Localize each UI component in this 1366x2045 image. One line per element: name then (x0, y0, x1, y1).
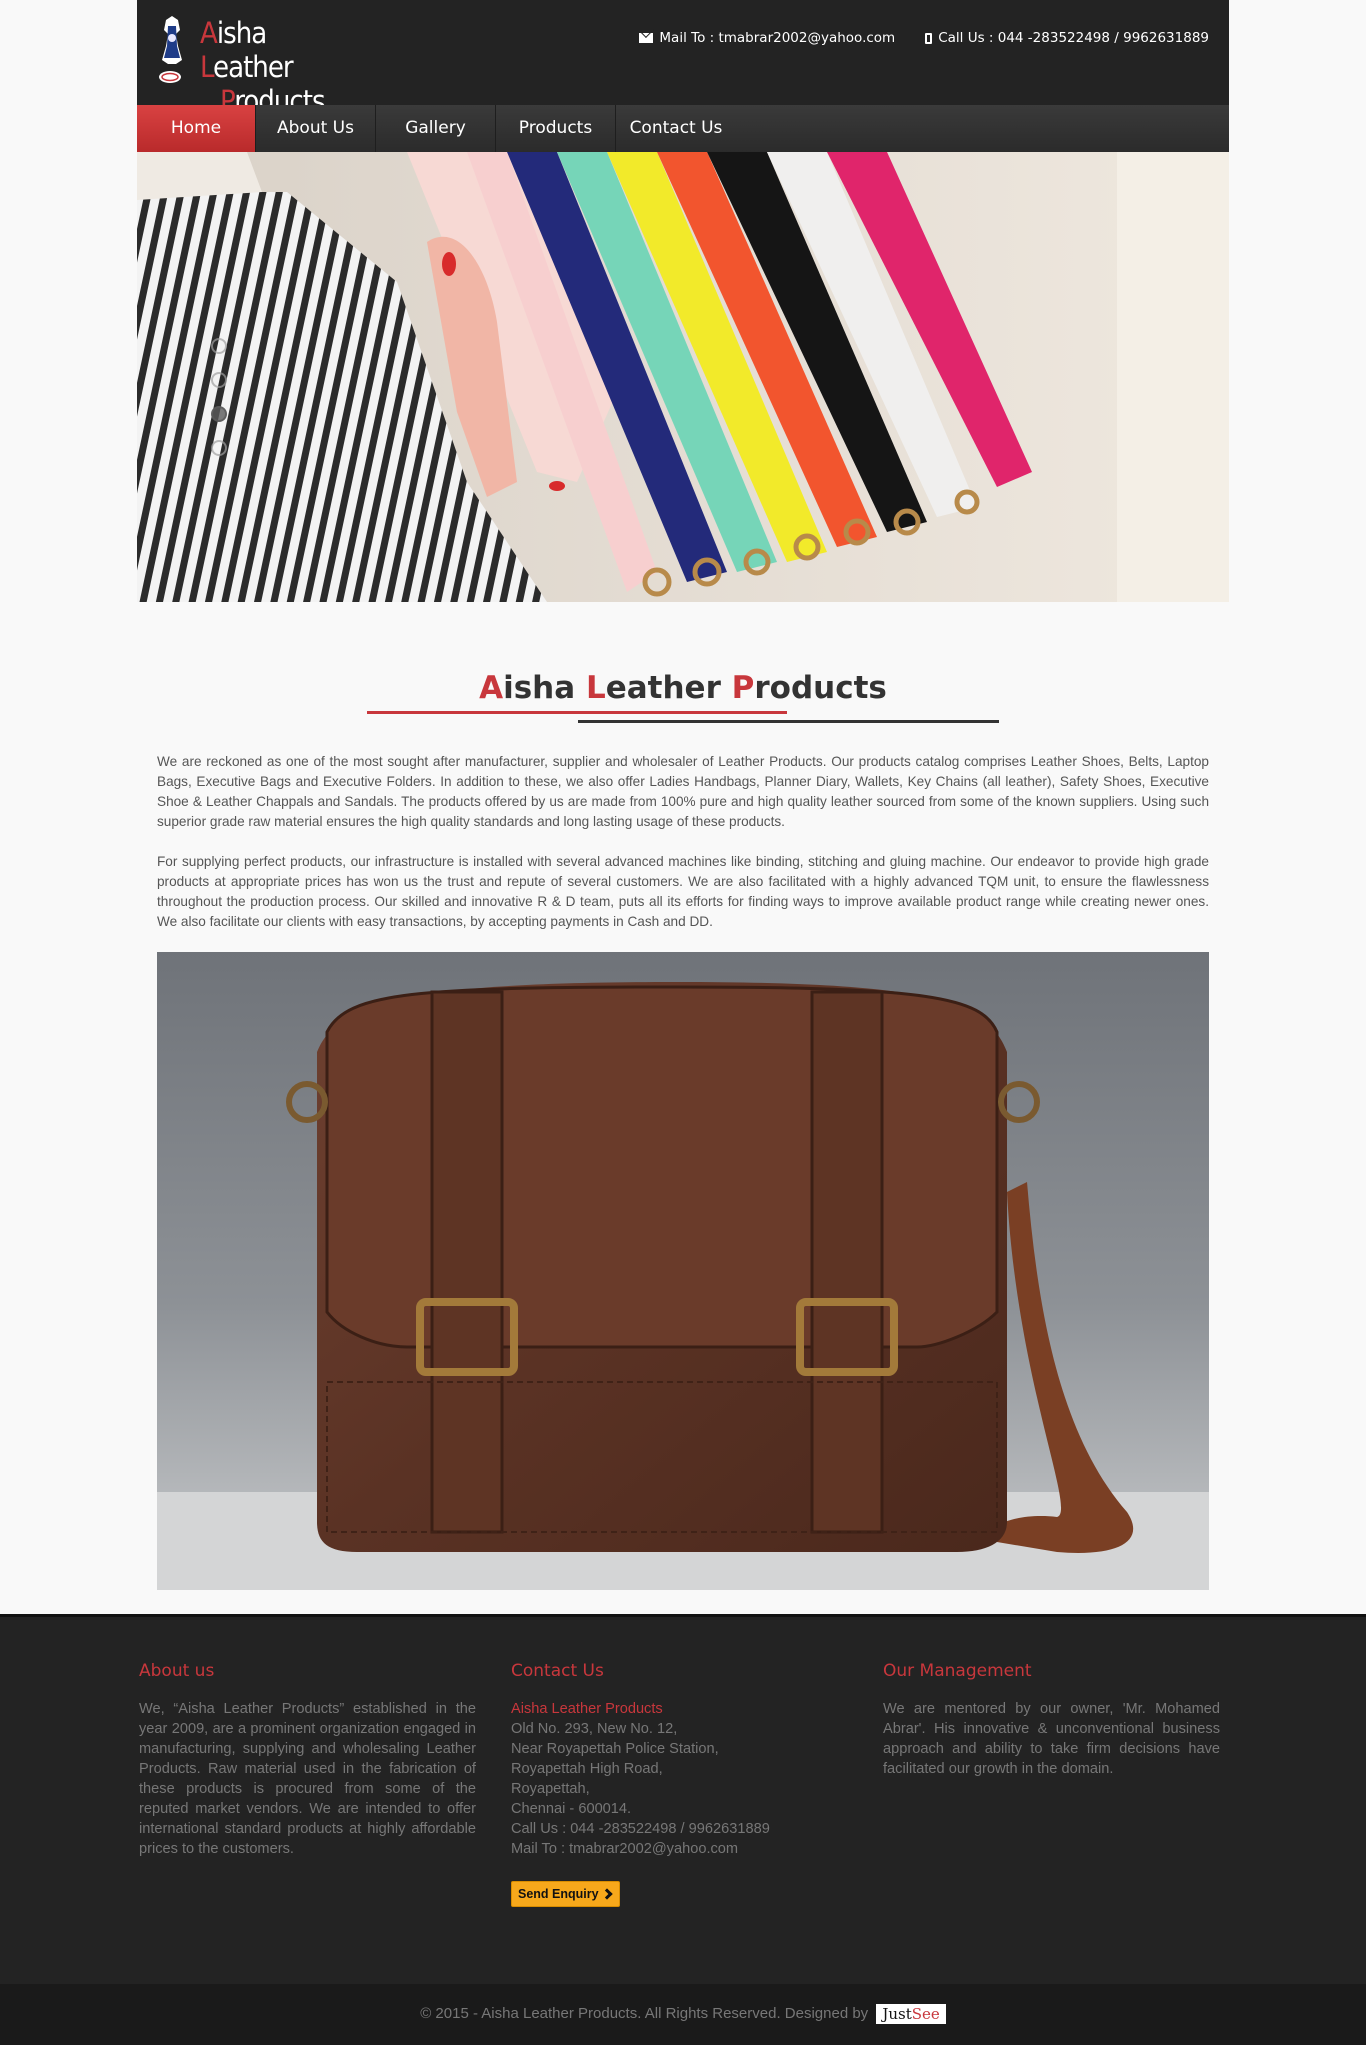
footer-contact-heading: Contact Us (511, 1661, 604, 1681)
logo-letter: A (200, 16, 218, 50)
footer-company-name: Aisha Leather Products (511, 1701, 663, 1717)
title-word: roducts (754, 670, 887, 706)
title-letter: A (479, 670, 504, 706)
designer-logo-part: Just (882, 2005, 912, 2024)
hero-slider[interactable] (137, 152, 1229, 602)
nav-about-us[interactable]: About Us (256, 105, 376, 152)
nav-contact-us[interactable]: Contact Us (616, 105, 736, 152)
slider-dot[interactable] (211, 372, 227, 388)
address-line: Royapettah High Road, (511, 1761, 663, 1777)
footer-about-text: We, “Aisha Leather Products” established… (139, 1701, 476, 1857)
copyright-bar: © 2015 - Aisha Leather Products. All Rig… (0, 1984, 1366, 2045)
footer-mail[interactable]: Mail To : tmabrar2002@yahoo.com (511, 1839, 848, 1859)
footer-about: About us We, “Aisha Leather Products” es… (139, 1661, 476, 1859)
logo-letter: L (200, 50, 214, 84)
leather-bag-image (157, 952, 1209, 1590)
designer-logo-part: See (911, 2005, 940, 2024)
logo-word: eather (213, 50, 294, 84)
header-phone-text: Call Us : 044 -283522498 / 9962631889 (938, 30, 1209, 46)
header-mail[interactable]: Mail To : tmabrar2002@yahoo.com (639, 30, 895, 46)
hero-slide-image (137, 152, 1229, 602)
site-header: Aisha Leather Products Mail To : tmabrar… (137, 0, 1229, 118)
copyright-text: © 2015 - Aisha Leather Products. All Rig… (420, 2005, 869, 2022)
messenger-bag-illustration (157, 952, 1209, 1590)
chevron-right-icon (600, 1888, 613, 1900)
logo-text: Aisha Leather Products (200, 16, 356, 118)
header-mail-text: Mail To : tmabrar2002@yahoo.com (659, 30, 896, 46)
envelope-icon (639, 33, 654, 43)
site-footer: About us We, “Aisha Leather Products” es… (0, 1614, 1366, 1984)
address-line: Near Royapettah Police Station, (511, 1741, 719, 1757)
send-enquiry-button[interactable]: Send Enquiry (511, 1881, 620, 1907)
main-nav: Home About Us Gallery Products Contact U… (137, 105, 1229, 152)
slider-dot[interactable] (211, 440, 227, 456)
slider-dot[interactable] (211, 338, 227, 354)
title-word: eather (605, 670, 732, 706)
nav-products[interactable]: Products (496, 105, 616, 152)
address-line: Old No. 293, New No. 12, (511, 1721, 678, 1737)
footer-management-heading: Our Management (883, 1661, 1032, 1681)
slider-dots (211, 338, 227, 474)
footer-about-heading: About us (139, 1661, 215, 1681)
logo-emblem-icon (159, 16, 182, 83)
header-phone[interactable]: Call Us : 044 -283522498 / 9962631889 (925, 30, 1209, 46)
title-underline-red (367, 711, 787, 714)
nav-gallery[interactable]: Gallery (376, 105, 496, 152)
header-contact-bar: Mail To : tmabrar2002@yahoo.com Call Us … (639, 30, 1209, 46)
title-letter: L (585, 670, 606, 706)
title-underline-dark (578, 720, 999, 723)
designer-logo[interactable]: JustSee (876, 2004, 946, 2025)
logo-word: isha (216, 16, 267, 50)
footer-management-text: We are mentored by our owner, 'Mr. Moham… (883, 1701, 1220, 1777)
footer-management: Our Management We are mentored by our ow… (883, 1661, 1220, 1779)
page-title: Aisha Leather Products (0, 670, 1366, 706)
infrastructure-paragraph: For supplying perfect products, our infr… (157, 854, 1209, 929)
site-logo[interactable]: Aisha Leather Products (156, 16, 356, 118)
send-enquiry-label: Send Enquiry (518, 1887, 599, 1901)
title-letter: P (731, 670, 755, 706)
footer-phone: Call Us : 044 -283522498 / 9962631889 (511, 1821, 770, 1837)
intro-paragraph: We are reckoned as one of the most sough… (157, 754, 1209, 829)
slider-dot-active[interactable] (211, 406, 227, 422)
address-line: Chennai - 600014. (511, 1801, 632, 1817)
nav-home[interactable]: Home (137, 105, 256, 152)
mobile-phone-icon (925, 32, 933, 44)
footer-contact: Contact Us Aisha Leather Products Old No… (511, 1661, 848, 1907)
address-line: Royapettah, (511, 1781, 590, 1797)
title-word: isha (503, 670, 586, 706)
